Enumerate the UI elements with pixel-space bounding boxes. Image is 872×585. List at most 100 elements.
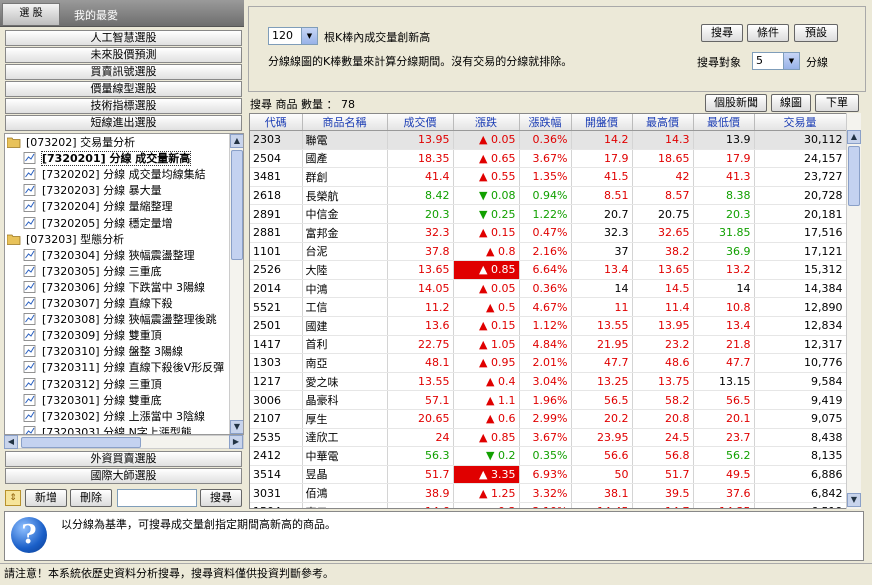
search-button[interactable]: 搜尋 xyxy=(701,24,743,42)
category-button[interactable]: 買賣訊號選股 xyxy=(5,64,242,80)
tree-vertical-scrollbar[interactable]: ▲ ▼ xyxy=(229,134,243,434)
table-row[interactable]: 3514 昱晶 51.7 ▲ 3.35 6.93% 50 51.7 49.5 6,886 xyxy=(250,465,847,485)
grid-vertical-scrollbar[interactable]: ▲ ▼ xyxy=(846,113,861,509)
delete-button[interactable]: 刪除 xyxy=(70,489,112,507)
column-header[interactable]: 交易量 xyxy=(754,114,847,131)
scroll-right-icon[interactable]: ▶ xyxy=(229,435,243,449)
table-row[interactable]: 3031 佰鴻 38.9 ▲ 1.25 3.32% 38.1 39.5 37.6 6,842 xyxy=(250,483,847,503)
category-button[interactable]: 人工智慧選股 xyxy=(5,30,242,46)
column-header[interactable]: 商品名稱 xyxy=(302,114,388,131)
add-button[interactable]: 新增 xyxy=(25,489,67,507)
table-row[interactable]: 2014 中鴻 14.05 ▲ 0.05 0.36% 14 14.5 14 14,384 xyxy=(250,279,847,299)
scroll-up-icon[interactable]: ▲ xyxy=(230,134,243,148)
tree-item[interactable]: [7320203] 分線 暴大量 xyxy=(23,183,162,199)
column-header[interactable]: 代碼 xyxy=(250,114,303,131)
table-cell: 2303 xyxy=(250,130,303,150)
table-row[interactable]: 1417 首利 22.75 ▲ 1.05 4.84% 21.95 23.2 21.8 12,31… xyxy=(250,335,847,355)
table-row[interactable]: 2303 聯電 13.95 ▲ 0.05 0.36% 14.2 14.3 13.9 30,112 xyxy=(250,130,847,150)
order-button[interactable]: 下單 xyxy=(815,94,859,112)
tree-search-input[interactable] xyxy=(117,489,197,507)
table-row[interactable]: 2504 國產 18.35 ▲ 0.65 3.67% 17.9 18.65 17.9 24,15… xyxy=(250,149,847,169)
tree-item[interactable]: [7320201] 分線 成交量新高 xyxy=(23,151,192,167)
condition-button[interactable]: 條件 xyxy=(747,24,789,42)
tree-search-button[interactable]: 搜尋 xyxy=(200,489,242,507)
tree-item[interactable]: [7320310] 分線 盤整 3陽線 xyxy=(23,344,183,360)
default-button[interactable]: 預設 xyxy=(794,24,838,42)
table-row[interactable]: 2891 中信金 20.3 ▼ 0.25 1.22% 20.7 20.75 20.3 20,18… xyxy=(250,204,847,224)
scroll-up-icon[interactable]: ▲ xyxy=(847,130,861,144)
table-cell: 14.5 xyxy=(632,279,694,299)
tree-item[interactable]: [7320309] 分線 雙重頂 xyxy=(23,328,162,344)
table-row[interactable]: 2412 中華電 56.3 ▼ 0.2 0.35% 56.6 56.8 56.2 8,135 xyxy=(250,446,847,466)
chart-button[interactable]: 線圖 xyxy=(771,94,811,112)
table-row[interactable]: 2107 厚生 20.65 ▲ 0.6 2.99% 20.2 20.8 20.1 9,075 xyxy=(250,409,847,429)
tab-stock-selection[interactable]: 選 股 xyxy=(2,3,60,25)
tree-item[interactable]: [7320311] 分線 直線下殺後V形反彈 xyxy=(23,360,224,376)
table-cell: 32.3 xyxy=(571,223,633,243)
column-header[interactable]: 開盤價 xyxy=(571,114,633,131)
table-row[interactable]: 5521 工信 11.2 ▲ 0.5 4.67% 11 11.4 10.8 12,890 xyxy=(250,297,847,317)
table-cell: 0.47% xyxy=(519,223,572,243)
dropdown-arrow-icon[interactable]: ▼ xyxy=(783,53,799,69)
column-header[interactable]: 漲跌 xyxy=(453,114,520,131)
column-header[interactable]: 最高價 xyxy=(632,114,694,131)
category-button[interactable]: 國際大師選股 xyxy=(5,468,242,484)
tree-item[interactable]: [7320305] 分線 三重底 xyxy=(23,264,162,280)
column-header[interactable]: 最低價 xyxy=(693,114,755,131)
tree-folder[interactable]: [073202] 交易量分析 xyxy=(6,135,135,151)
scroll-left-icon[interactable]: ◀ xyxy=(4,435,18,449)
table-cell: 23,727 xyxy=(754,167,847,187)
hscroll-thumb[interactable] xyxy=(21,437,141,448)
sort-icon[interactable]: ⇕ xyxy=(5,490,21,506)
grid-scroll-thumb[interactable] xyxy=(848,146,860,206)
table-row[interactable]: 1303 南亞 48.1 ▲ 0.95 2.01% 47.7 48.6 47.7 10,776 xyxy=(250,353,847,373)
tree-item[interactable]: [7320307] 分線 直線下殺 xyxy=(23,296,173,312)
dropdown-arrow-icon[interactable]: ▼ xyxy=(301,28,317,44)
table-row[interactable]: 2618 長榮航 8.42 ▼ 0.08 0.94% 8.51 8.57 8.38 20,728 xyxy=(250,186,847,206)
tree-item[interactable]: [7320303] 分線 N字上漲型態 xyxy=(23,425,192,434)
table-row[interactable]: 2526 大陸 13.65 ▲ 0.85 6.64% 13.4 13.65 13.2 15,31… xyxy=(250,260,847,280)
column-header[interactable]: 成交價 xyxy=(387,114,454,131)
table-cell: 中華電 xyxy=(302,446,388,466)
column-header[interactable]: 漲跌幅 xyxy=(519,114,572,131)
tree-item[interactable]: [7320301] 分線 雙重底 xyxy=(23,393,162,409)
table-row[interactable]: 3006 晶豪科 57.1 ▲ 1.1 1.96% 56.5 58.2 56.5 9,419 xyxy=(250,390,847,410)
category-button[interactable]: 技術指標選股 xyxy=(5,98,242,114)
scroll-thumb[interactable] xyxy=(231,150,243,260)
table-cell: 17.9 xyxy=(693,149,755,169)
table-row[interactable]: 1101 台泥 37.8 ▲ 0.8 2.16% 37 38.2 36.9 17,121 xyxy=(250,242,847,262)
kbar-count-select[interactable]: 120 ▼ xyxy=(268,27,318,45)
table-row[interactable]: 2881 富邦金 32.3 ▲ 0.15 0.47% 32.3 32.65 31.85 17,5… xyxy=(250,223,847,243)
category-button[interactable]: 外資買賣選股 xyxy=(5,451,242,467)
target-select[interactable]: 5 ▼ xyxy=(752,52,800,70)
tree-item[interactable]: [7320312] 分線 三重頂 xyxy=(23,377,162,393)
tree-item[interactable]: [7320205] 分線 穩定量增 xyxy=(23,216,173,232)
category-button[interactable]: 未來股價預測 xyxy=(5,47,242,63)
stock-news-button[interactable]: 個股新聞 xyxy=(705,94,767,112)
tab-favorites[interactable]: 我的最愛 xyxy=(62,6,240,25)
table-row[interactable]: 2501 國建 13.6 ▲ 0.15 1.12% 13.55 13.95 13.4 12,83… xyxy=(250,316,847,336)
tree-item[interactable]: [7320306] 分線 下跌當中 3陽線 xyxy=(23,280,205,296)
tree-item[interactable]: [7320302] 分線 上漲當中 3陰線 xyxy=(23,409,205,425)
category-button[interactable]: 價量線型選股 xyxy=(5,81,242,97)
question-icon: ? xyxy=(11,517,47,553)
table-cell: 1417 xyxy=(250,335,303,355)
table-cell: 工信 xyxy=(302,297,388,317)
table-row[interactable]: 3481 群創 41.4 ▲ 0.55 1.35% 41.5 42 41.3 23,727 xyxy=(250,167,847,187)
tree-item[interactable]: [7320308] 分線 狹幅震盪整理後跳 xyxy=(23,312,217,328)
tree-item[interactable]: [7320204] 分線 量縮整理 xyxy=(23,199,173,215)
scroll-down-icon[interactable]: ▼ xyxy=(230,420,243,434)
table-cell: 6,519 xyxy=(754,502,847,508)
tree-item[interactable]: [7320202] 分線 成交量均線集結 xyxy=(23,167,206,183)
table-row[interactable]: 1504東元14.6▲ 0.32.10%14.4514.714.356,519 xyxy=(250,502,847,508)
category-button[interactable]: 短線進出選股 xyxy=(5,115,242,131)
scroll-down-icon[interactable]: ▼ xyxy=(847,493,861,507)
table-row[interactable]: 2535 達欣工 24 ▲ 0.85 3.67% 23.95 24.5 23.7 8,438 xyxy=(250,428,847,448)
table-row[interactable]: 1217 愛之味 13.55 ▲ 0.4 3.04% 13.25 13.75 13.15 9,5… xyxy=(250,372,847,392)
tree-folder[interactable]: [073203] 型態分析 xyxy=(6,232,124,248)
table-cell: 13.55 xyxy=(571,316,633,336)
tree-item[interactable]: [7320304] 分線 狹幅震盪整理 xyxy=(23,248,195,264)
tree-horizontal-scrollbar[interactable]: ◀ ▶ xyxy=(4,435,244,449)
table-cell: 8.38 xyxy=(693,186,755,206)
table-cell: 3.67% xyxy=(519,149,572,169)
